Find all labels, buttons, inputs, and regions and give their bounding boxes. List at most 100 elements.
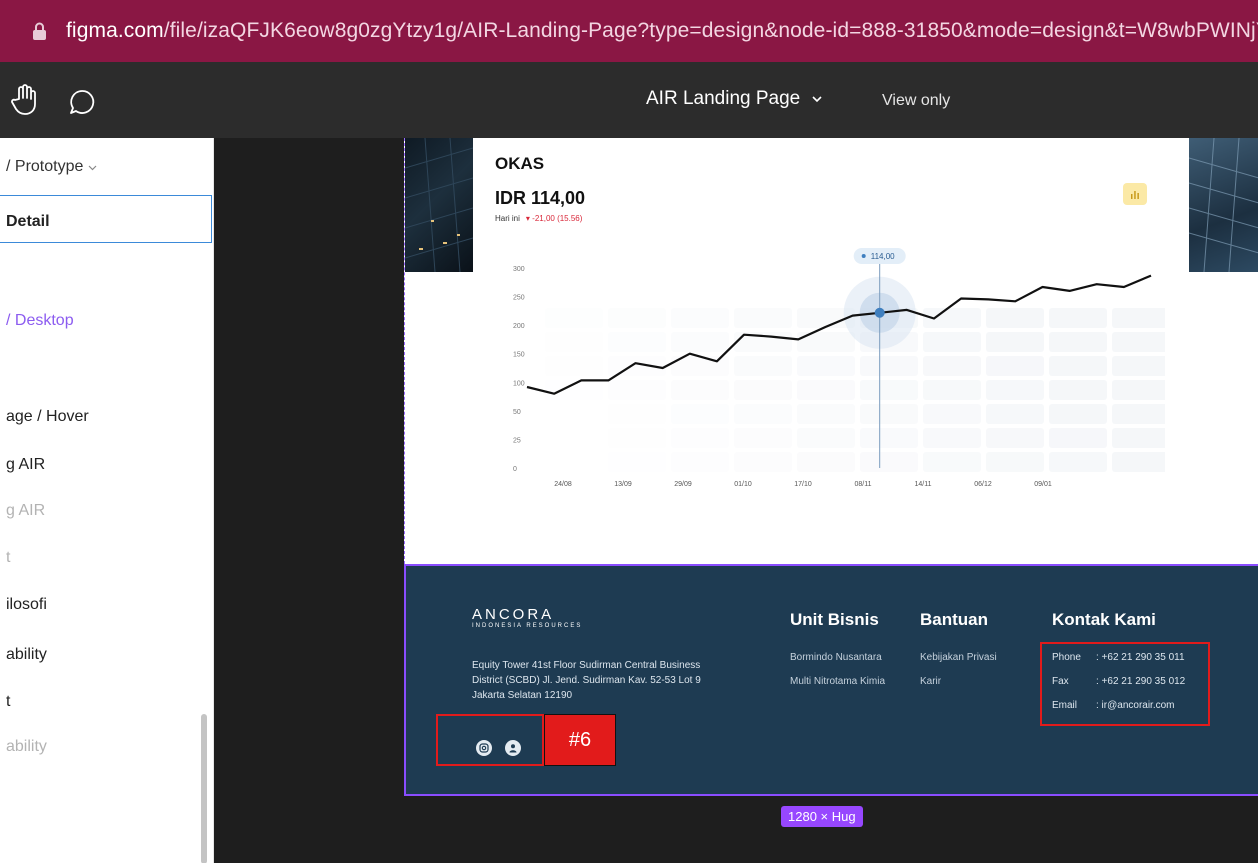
social-icons <box>476 740 521 756</box>
grid-tile <box>608 332 666 352</box>
layer-air[interactable]: g AIR <box>6 456 45 474</box>
fax-label: Fax <box>1052 676 1069 687</box>
x-tick-label: 13/09 <box>614 481 632 488</box>
layer-air-muted[interactable]: g AIR <box>6 502 45 520</box>
contact-phone[interactable]: Phone: +62 21 290 35 011 <box>1052 652 1185 663</box>
chart-type-button[interactable] <box>1123 183 1147 205</box>
grid-tile <box>986 380 1044 400</box>
grid-tile <box>1112 428 1165 448</box>
tooltip-dot <box>861 254 866 258</box>
grid-tile <box>734 380 792 400</box>
x-tick-label: 29/09 <box>674 481 692 488</box>
layer-desktop[interactable]: / Desktop <box>6 312 74 330</box>
stock-change-row: Hari ini ▾ -21,00 (15.56) <box>495 214 582 223</box>
grid-tile <box>986 404 1044 424</box>
contact-fax[interactable]: Fax : +62 21 290 35 012 <box>1052 676 1185 687</box>
layers-panel: / Prototype Detail / Desktop age / Hover… <box>0 138 214 863</box>
layer-ability[interactable]: ability <box>6 646 47 664</box>
annotation-tag: #6 <box>544 714 616 766</box>
ancora-logo[interactable]: ANCORA INDONESIA RESOURCES <box>472 606 582 629</box>
layer-t-2[interactable]: t <box>6 693 10 711</box>
footer-link-multi-nitrotama[interactable]: Multi Nitrotama Kimia <box>790 676 885 687</box>
layer-label: / Prototype <box>6 158 84 175</box>
layers-scrollbar[interactable] <box>201 714 207 863</box>
grid-tile <box>1049 356 1107 376</box>
frame-size-badge: 1280 × Hug <box>781 806 863 827</box>
grid-tile <box>608 452 666 472</box>
url-host: figma.com <box>66 19 164 42</box>
grid-tile <box>860 452 918 472</box>
layer-hover[interactable]: age / Hover <box>6 408 89 426</box>
layer-filosofi[interactable]: ilosofi <box>6 596 47 614</box>
grid-tile <box>986 452 1044 472</box>
grid-tile <box>671 332 729 352</box>
phone-label: Phone <box>1052 652 1081 663</box>
layer-t[interactable]: t <box>6 549 10 567</box>
grid-tile <box>671 452 729 472</box>
footer-link-kebijakan-privasi[interactable]: Kebijakan Privasi <box>920 652 997 663</box>
grid-tile <box>797 356 855 376</box>
grid-tile <box>1112 308 1165 328</box>
footer-address: Equity Tower 41st Floor Sudirman Central… <box>472 660 701 701</box>
x-tick-label: 09/01 <box>1034 481 1052 488</box>
instagram-icon[interactable] <box>476 740 492 756</box>
browser-url-bar[interactable]: figma.com/file/izaQFJK6eow8g0zgYtzy1g/AI… <box>0 0 1258 62</box>
x-tick-label: 06/12 <box>974 481 992 488</box>
price-line-chart[interactable]: 0 25 50 100 150 200 250 300 24/08 13/09 29/09 01/10… <box>495 248 1165 508</box>
change-text: -21,00 (15.56) <box>532 214 583 223</box>
url-path: /file/izaQFJK6eow8g0zgYtzy1g/AIR-Landing… <box>163 19 1258 42</box>
view-only-label: View only <box>882 92 951 109</box>
grid-tile <box>671 428 729 448</box>
footer: ANCORA INDONESIA RESOURCES Equity Tower … <box>404 564 1258 796</box>
bar-chart-icon <box>1131 190 1139 199</box>
file-title-dropdown[interactable]: AIR Landing Page <box>646 88 822 110</box>
chevron-down-icon <box>812 95 822 102</box>
linkedin-icon[interactable] <box>505 740 521 756</box>
kontak-kami-title: Kontak Kami <box>1052 610 1156 629</box>
grid-tile <box>923 452 981 472</box>
grid-tile <box>608 428 666 448</box>
grid-tile <box>923 356 981 376</box>
grid-tile <box>608 404 666 424</box>
design-canvas[interactable]: OKAS IDR 114,00 Hari ini ▾ -21,00 (15.56… <box>214 138 1258 863</box>
x-tick-label: 17/10 <box>794 481 812 488</box>
grid-tile <box>608 308 666 328</box>
grid-tile <box>986 308 1044 328</box>
x-tick-label: 14/11 <box>915 481 932 488</box>
comment-icon[interactable] <box>68 88 96 121</box>
grid-tile <box>1049 404 1107 424</box>
layer-detail[interactable]: Detail <box>6 213 50 231</box>
down-arrow-icon: ▾ <box>525 214 530 223</box>
y-tick-label: 250 <box>513 295 525 302</box>
x-tick-label: 08/11 <box>855 481 872 488</box>
layer-prototype[interactable]: / Prototype <box>6 158 97 176</box>
y-tick-label: 300 <box>513 266 525 273</box>
x-tick-label: 01/10 <box>734 481 752 488</box>
contact-email[interactable]: Email: ir@ancorair.com <box>1052 700 1175 711</box>
landing-frame[interactable]: OKAS IDR 114,00 Hari ini ▾ -21,00 (15.56… <box>404 138 1258 796</box>
grid-tile <box>1112 404 1165 424</box>
grid-tile <box>797 452 855 472</box>
tooltip-value: 114,00 <box>871 252 895 261</box>
unit-bisnis-title: Unit Bisnis <box>790 610 879 629</box>
grid-tile <box>1049 308 1107 328</box>
grid-tile <box>923 404 981 424</box>
grid-tile <box>986 356 1044 376</box>
fax-value: : +62 21 290 35 012 <box>1096 676 1186 687</box>
x-tick-label: 24/08 <box>554 481 572 488</box>
grid-tile <box>545 356 603 376</box>
grid-tile <box>1049 380 1107 400</box>
hand-tool-icon[interactable] <box>10 84 40 121</box>
grid-tile <box>860 404 918 424</box>
grid-tile <box>734 428 792 448</box>
building-image-right <box>1189 138 1258 272</box>
grid-tile <box>671 380 729 400</box>
layer-ability-muted[interactable]: ability <box>6 738 47 756</box>
footer-link-karir[interactable]: Karir <box>920 676 941 687</box>
grid-tile <box>923 332 981 352</box>
grid-tile <box>545 308 603 328</box>
email-value: : ir@ancorair.com <box>1096 700 1175 711</box>
stock-section: OKAS IDR 114,00 Hari ini ▾ -21,00 (15.56… <box>404 138 1258 564</box>
footer-link-bormindo[interactable]: Bormindo Nusantara <box>790 652 882 663</box>
url-text[interactable]: figma.com/file/izaQFJK6eow8g0zgYtzy1g/AI… <box>66 19 1258 43</box>
